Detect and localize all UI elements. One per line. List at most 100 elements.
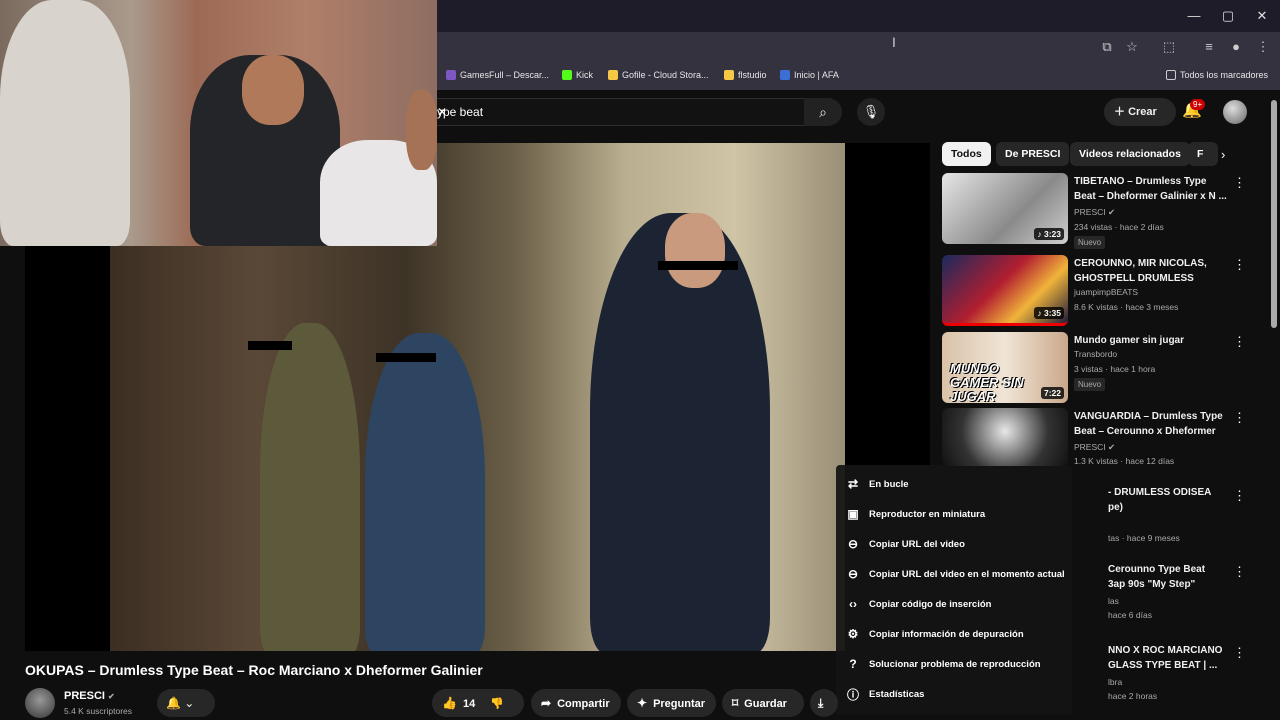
voice-search-button[interactable]: 🎙 (857, 98, 885, 126)
maximize-button[interactable]: ▢ (1218, 8, 1238, 24)
channel-avatar[interactable] (25, 688, 55, 718)
duration-badge: ♪ 3:23 (1034, 228, 1064, 240)
chevron-down-icon: ⌄ (184, 696, 195, 710)
bookmark-flstudio[interactable]: flstudio (724, 70, 767, 80)
rec-meta: 234 vistas · hace 2 días (1074, 222, 1164, 232)
rec-channel: juampimpBEATS (1074, 287, 1139, 297)
ask-button[interactable]: ✦ Preguntar (627, 689, 716, 717)
mic-icon: 🎙 (862, 104, 880, 119)
recommendation-item[interactable]: MUNDO GAMER SIN JUGAR 7:22 Mundo gamer s… (942, 332, 1246, 404)
rec-channel: PRESCI ✔ (1074, 442, 1116, 452)
recommendation-item[interactable]: ♪ 3:23 TIBETANO – Drumless Type Beat – D… (942, 173, 1246, 249)
account-avatar[interactable] (1223, 100, 1247, 124)
chip-from-channel[interactable]: De PRESCI (996, 142, 1070, 166)
player-context-menu: ⇄ En bucle ▣ Reproductor en miniatura ⊖ Cop… (836, 465, 1072, 715)
chevron-right-icon[interactable]: › (1221, 147, 1225, 162)
webcam-person (0, 0, 130, 246)
ctx-miniplayer[interactable]: ▣ Reproductor en miniatura (836, 499, 1072, 529)
rec-title: TIBETANO – Drumless Type Beat – Dheforme… (1074, 176, 1227, 202)
close-window-button[interactable]: ✕ (1252, 8, 1272, 24)
bookmark-kick[interactable]: Kick (562, 70, 593, 80)
dislike-button[interactable]: 👎 (490, 698, 504, 710)
chip-related[interactable]: Videos relacionados (1070, 142, 1190, 166)
search-input[interactable]: ype beat ✕ (436, 98, 804, 126)
ctx-troubleshoot[interactable]: ? Solucionar problema de reproducción (836, 649, 1072, 679)
duration-badge: ♪ 3:35 (1034, 307, 1064, 319)
loop-icon: ⇄ (847, 477, 859, 491)
install-app-icon[interactable]: ⧉ (1098, 39, 1116, 55)
video-thumbnail[interactable] (942, 408, 1068, 466)
bookmark-star-icon[interactable]: ☆ (1123, 39, 1141, 55)
video-thumbnail[interactable]: MUNDO GAMER SIN JUGAR 7:22 (942, 332, 1068, 403)
browser-menu-icon[interactable]: ⋮ (1254, 39, 1272, 55)
bookmark-afa[interactable]: Inicio | AFA (780, 70, 839, 80)
video-face (665, 213, 725, 288)
gamepad-icon (446, 70, 456, 80)
recommendation-item[interactable]: VANGUARDIA – Drumless Type Beat – Ceroun… (942, 408, 1246, 466)
minimize-button[interactable]: — (1184, 8, 1204, 23)
rec-channel: Transbordo (1074, 349, 1118, 359)
verified-icon: ✔ (1108, 207, 1116, 217)
more-options-icon[interactable]: ⋮ (1233, 410, 1246, 426)
chip-all[interactable]: Todos (942, 142, 991, 166)
search-button[interactable]: ⌕ (804, 98, 842, 126)
more-options-icon[interactable]: ⋮ (1233, 257, 1246, 273)
profile-icon[interactable]: ● (1227, 39, 1245, 54)
extensions-icon[interactable]: ⬚ (1160, 39, 1178, 55)
page-scrollbar[interactable] (1271, 100, 1277, 328)
ctx-copy-embed[interactable]: ‹› Copiar código de inserción (836, 589, 1072, 619)
subscription-bell-button[interactable]: 🔔 ⌄ (157, 689, 215, 717)
folder-icon (724, 70, 734, 80)
video-figure (260, 323, 360, 651)
notification-badge: 9+ (1190, 99, 1206, 110)
more-options-icon[interactable]: ⋮ (1233, 564, 1246, 580)
address-bar[interactable]: Ι ⧉ ☆ ⬚ ≡ ● ⋮ (436, 32, 1280, 62)
bookmark-gamesfull[interactable]: GamesFull – Descar... (446, 70, 549, 80)
more-options-icon[interactable]: ⋮ (1233, 175, 1246, 191)
thumbs-up-icon: 👍 (442, 696, 457, 710)
link-icon: ⊖ (847, 537, 859, 551)
clear-search-icon[interactable]: ✕ (437, 105, 447, 119)
save-button[interactable]: ⌑ Guardar (722, 689, 804, 717)
all-bookmarks[interactable]: Todos los marcadores (1166, 70, 1268, 80)
webcam-face (242, 55, 304, 125)
more-options-icon[interactable]: ⋮ (1233, 645, 1246, 661)
rec-title-partial: NNO X ROC MARCIANO (1108, 645, 1223, 656)
ctx-stats[interactable]: ⓘ Estadísticas (836, 679, 1072, 709)
chip-more[interactable]: F (1188, 142, 1218, 166)
rec-meta-partial: lbra (1108, 677, 1123, 687)
more-options-icon[interactable]: ⋮ (1233, 488, 1246, 504)
media-control-icon[interactable]: ≡ (1200, 39, 1218, 54)
recommendation-item[interactable]: ♪ 3:35 CEROUNNO, MIR NICOLAS, GHOSTPELL … (942, 255, 1246, 327)
webcam-face (406, 90, 437, 170)
more-options-icon[interactable]: ⋮ (1233, 334, 1246, 350)
censor-bar (248, 341, 292, 350)
ctx-debug-info[interactable]: ⚙ Copiar información de depuración (836, 619, 1072, 649)
troubleshoot-icon: ? (849, 657, 857, 671)
rec-meta: 3 vistas · hace 1 hora (1074, 364, 1156, 374)
video-thumbnail[interactable]: ♪ 3:35 (942, 255, 1068, 326)
share-button[interactable]: ➦ Compartir (531, 689, 621, 717)
rec-title-partial: GLASS TYPE BEAT | ... (1108, 660, 1218, 671)
rec-title-partial: Cerounno Type Beat (1108, 564, 1206, 575)
rec-title-partial: pe) (1108, 502, 1123, 513)
download-icon: ⤓ (818, 696, 824, 710)
sparkle-icon: ✦ (637, 696, 648, 710)
ctx-loop[interactable]: ⇄ En bucle (836, 469, 1072, 499)
like-button[interactable]: 👍 14 (432, 696, 475, 710)
share-icon: ➦ (541, 696, 552, 710)
ctx-copy-url-time[interactable]: ⊖ Copiar URL del video en el momento actu… (836, 559, 1072, 589)
folder-icon (608, 70, 618, 80)
channel-name[interactable]: PRESCI ✔ (64, 690, 115, 702)
rec-title-partial: - DRUMLESS ODISEA (1108, 487, 1212, 498)
thumbnail-text: MUNDO GAMER SIN JUGAR (950, 361, 1024, 404)
create-button[interactable]: ＋ Crear (1104, 98, 1176, 126)
video-thumbnail[interactable]: ♪ 3:23 (942, 173, 1068, 244)
ctx-copy-url[interactable]: ⊖ Copiar URL del video (836, 529, 1072, 559)
debug-icon: ⚙ (847, 627, 859, 641)
censor-bar (658, 261, 738, 270)
folder-icon (1166, 70, 1176, 80)
download-button[interactable]: ⤓ (810, 689, 838, 717)
bookmark-gofile[interactable]: Gofile - Cloud Stora... (608, 70, 709, 80)
like-dislike-group: 👍 14 👎 (432, 689, 524, 717)
